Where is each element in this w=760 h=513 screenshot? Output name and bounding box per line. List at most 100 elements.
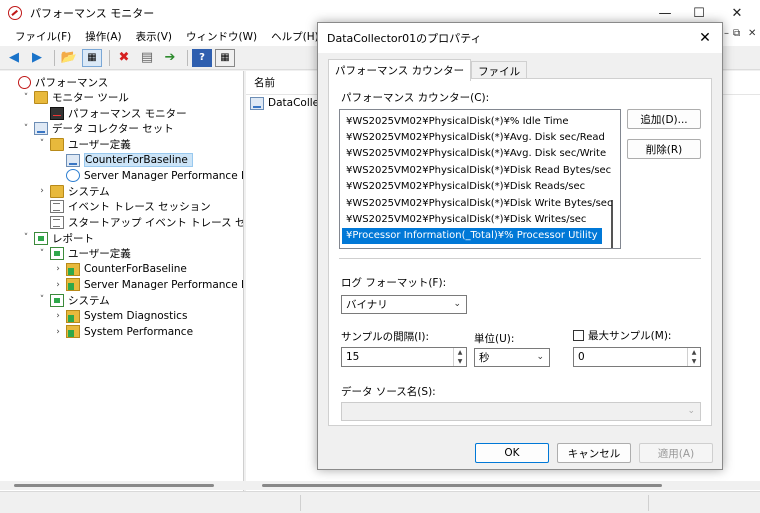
- tree-node[interactable]: ˅ モニター ツール: [20, 90, 129, 106]
- folder-green-icon: [66, 278, 80, 292]
- mdi-close-button[interactable]: ✕: [748, 28, 756, 39]
- tree-node-label: CounterForBaseline: [84, 153, 193, 167]
- spin-up-icon[interactable]: ▲: [454, 348, 466, 357]
- spin-buttons[interactable]: ▲ ▼: [453, 348, 466, 366]
- counter-list-item[interactable]: ¥WS2025VM02¥PhysicalDisk(*)¥Disk Reads/s…: [342, 179, 602, 195]
- chevron-down-icon[interactable]: ˅: [36, 294, 48, 306]
- tree-node[interactable]: パフォーマンス モニター: [36, 105, 187, 121]
- performance-monitor-icon: [8, 6, 22, 20]
- tree-node[interactable]: ˅ データ コレクター セット: [20, 121, 174, 137]
- dialog-close-button[interactable]: ✕: [688, 23, 722, 53]
- chevron-down-icon[interactable]: ˅: [20, 123, 32, 135]
- chevron-right-icon[interactable]: ›: [52, 310, 64, 322]
- menu-view[interactable]: 表示(V): [129, 29, 179, 44]
- delete-icon[interactable]: ✖: [114, 49, 134, 67]
- data-source-label: データ ソース名(S):: [341, 386, 436, 398]
- spin-down-icon[interactable]: ▼: [454, 357, 466, 366]
- view-icon[interactable]: ▦: [215, 48, 235, 67]
- counter-list-item[interactable]: ¥WS2025VM02¥PhysicalDisk(*)¥Disk Read By…: [342, 162, 611, 178]
- menu-window[interactable]: ウィンドウ(W): [179, 29, 264, 44]
- sample-interval-input[interactable]: 15 ▲ ▼: [341, 347, 467, 367]
- add-counter-button[interactable]: 追加(D)...: [627, 109, 701, 129]
- chevron-down-icon[interactable]: ˅: [20, 232, 32, 244]
- collector-icon: [250, 96, 264, 110]
- tree-expander-spacer: [36, 201, 48, 213]
- tree-node[interactable]: パフォーマンス: [4, 74, 108, 90]
- forward-icon[interactable]: ▶: [27, 49, 47, 67]
- mdi-restore-button[interactable]: ⧉: [733, 28, 740, 39]
- tree-node[interactable]: › System Performance: [52, 324, 193, 340]
- chevron-right-icon[interactable]: ›: [36, 185, 48, 197]
- unit-select[interactable]: 秒 ⌄: [474, 348, 550, 367]
- folder-icon: [50, 184, 64, 198]
- tree-expander-spacer: [36, 107, 48, 119]
- log-format-select[interactable]: バイナリ ⌄: [341, 295, 467, 314]
- tree-node[interactable]: › システム: [36, 183, 110, 199]
- spin-down-icon[interactable]: ▼: [688, 357, 700, 366]
- counter-list-item[interactable]: ¥WS2025VM02¥PhysicalDisk(*)¥Avg. Disk se…: [342, 146, 606, 162]
- chevron-down-icon[interactable]: ˅: [20, 92, 32, 104]
- collector-icon: [66, 153, 80, 167]
- tab-strip: パフォーマンス カウンター ファイル: [328, 59, 528, 81]
- tree-node[interactable]: ˅ ユーザー定義: [36, 246, 131, 262]
- trace-icon: [50, 200, 64, 214]
- menu-file[interactable]: ファイル(F): [8, 29, 78, 44]
- tree-expander-spacer: [4, 76, 16, 88]
- max-samples-input[interactable]: 0 ▲ ▼: [573, 347, 701, 367]
- tree-horizontal-scrollbar[interactable]: [0, 481, 244, 490]
- scrollbar-thumb[interactable]: [14, 484, 214, 487]
- up-folder-icon[interactable]: 📂: [59, 49, 79, 67]
- tree-node-label: イベント トレース セッション: [68, 201, 211, 214]
- chevron-right-icon[interactable]: ›: [52, 263, 64, 275]
- unit-value: 秒: [479, 352, 490, 364]
- counter-list-item[interactable]: ¥Processor Information(_Total)¥% Process…: [342, 227, 602, 244]
- apply-button[interactable]: 適用(A): [639, 443, 713, 463]
- tree-node[interactable]: CounterForBaseline: [52, 152, 193, 168]
- tree-node-label: Server Manager Performance Monito: [84, 278, 243, 291]
- max-samples-checkbox[interactable]: [573, 330, 584, 341]
- tree-node[interactable]: Server Manager Performance Monito: [52, 168, 243, 184]
- tree-node-label: ユーザー定義: [68, 138, 131, 151]
- tree-node[interactable]: › System Diagnostics: [52, 308, 187, 324]
- chevron-down-icon[interactable]: ˅: [36, 248, 48, 260]
- tree-node[interactable]: イベント トレース セッション: [36, 199, 211, 215]
- counter-list-item[interactable]: ¥WS2025VM02¥PhysicalDisk(*)¥Disk Write B…: [342, 195, 612, 211]
- tree-node[interactable]: ˅ ユーザー定義: [36, 136, 131, 152]
- counter-list-item[interactable]: ¥WS2025VM02¥PhysicalDisk(*)¥% Idle Time: [342, 113, 602, 129]
- export-icon[interactable]: ➔: [160, 49, 180, 67]
- list-horizontal-scrollbar[interactable]: [246, 481, 760, 490]
- tab-panel: パフォーマンス カウンター(C): ¥WS2025VM02¥PhysicalDi…: [328, 78, 712, 426]
- tree-node[interactable]: スタートアップ イベント トレース セッション: [36, 214, 243, 230]
- ok-button[interactable]: OK: [475, 443, 549, 463]
- tree-node[interactable]: › Server Manager Performance Monito: [52, 277, 243, 293]
- folder-icon: [50, 137, 64, 151]
- back-icon[interactable]: ◀: [4, 49, 24, 67]
- counter-list-item[interactable]: ¥WS2025VM02¥PhysicalDisk(*)¥Avg. Disk se…: [342, 129, 605, 145]
- chevron-right-icon[interactable]: ›: [52, 326, 64, 338]
- sample-interval-value: 15: [346, 351, 360, 363]
- cancel-button[interactable]: キャンセル: [557, 443, 631, 463]
- chevron-right-icon[interactable]: ›: [52, 279, 64, 291]
- tree-node-label: システム: [68, 185, 110, 198]
- trace-icon: [50, 215, 64, 229]
- console-tree: パフォーマンス ˅ モニター ツール パフォーマンス モニター ˅ データ コレクター セ…: [0, 71, 244, 491]
- tree-node[interactable]: ˅ レポート: [20, 230, 94, 246]
- help-icon[interactable]: ?: [192, 48, 212, 67]
- counter-list-item[interactable]: ¥WS2025VM02¥PhysicalDisk(*)¥Disk Writes/…: [342, 211, 602, 227]
- menu-action[interactable]: 操作(A): [78, 29, 128, 44]
- properties-icon[interactable]: ▤: [137, 49, 157, 67]
- spin-buttons[interactable]: ▲ ▼: [687, 348, 700, 366]
- spin-up-icon[interactable]: ▲: [688, 348, 700, 357]
- counter-list[interactable]: ¥WS2025VM02¥PhysicalDisk(*)¥% Idle Time ¥…: [339, 109, 621, 249]
- chevron-down-icon: ⌄: [687, 406, 695, 416]
- folder-icon: [34, 91, 48, 105]
- show-hide-tree-icon[interactable]: ▦: [82, 48, 102, 67]
- chevron-down-icon[interactable]: ˅: [36, 138, 48, 150]
- tree-node[interactable]: › CounterForBaseline: [52, 261, 187, 277]
- tab-performance-counters[interactable]: パフォーマンス カウンター: [328, 59, 472, 81]
- mdi-minimize-button[interactable]: –: [724, 28, 729, 39]
- tree-node[interactable]: ˅ システム: [36, 292, 110, 308]
- remove-counter-button[interactable]: 削除(R): [627, 139, 701, 159]
- scrollbar-thumb[interactable]: [262, 484, 662, 487]
- tree-node-label: System Diagnostics: [84, 310, 188, 322]
